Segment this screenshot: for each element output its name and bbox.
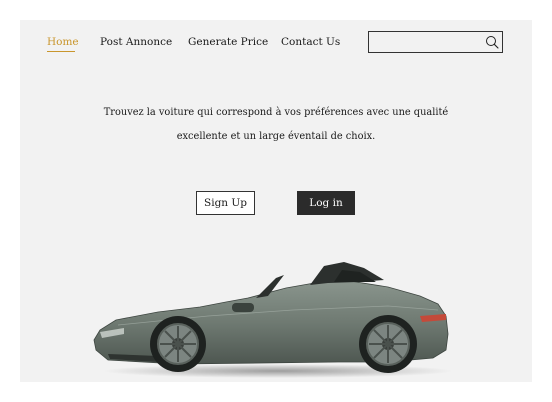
hero-tagline-line2: excellente et un large éventail de choix… [176,131,376,142]
search-bar [368,31,503,53]
hero-tagline-line1: Trouvez la voiture qui correspond à vos … [103,107,449,118]
active-nav-underline [47,51,75,52]
log-in-button[interactable]: Log in [297,191,355,215]
nav-contact-us-link[interactable]: Contact Us [281,36,340,48]
nav-post-annonce-link[interactable]: Post Annonce [100,36,172,48]
sign-up-button[interactable]: Sign Up [196,191,255,215]
nav-generate-price-link[interactable]: Generate Price [188,36,268,48]
page-container: Home Post Annonce Generate Price Contact… [20,20,532,382]
search-input[interactable] [375,34,475,50]
nav-home-link[interactable]: Home [47,36,79,48]
side-mirror [232,303,254,312]
car-image [93,262,453,378]
search-icon[interactable] [485,35,499,49]
